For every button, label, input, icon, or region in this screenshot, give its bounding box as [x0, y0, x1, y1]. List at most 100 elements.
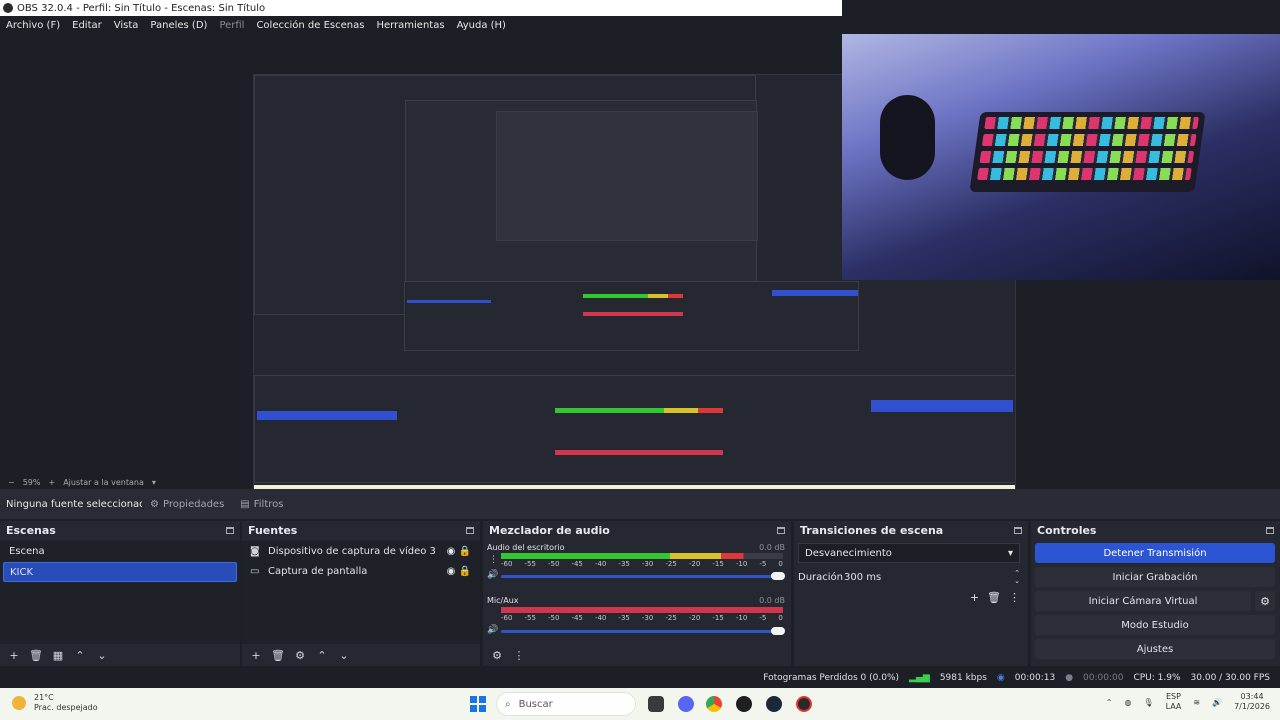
eye-icon[interactable]: ◉ — [444, 566, 458, 577]
channel-db-mic: 0.0 dB — [759, 596, 785, 605]
properties-button[interactable]: ⚙ Propiedades — [142, 492, 232, 516]
audio-mixer-dock: Mezclador de audio Audio del escritorio … — [483, 521, 791, 666]
meter-tick-label: -50 — [547, 614, 560, 622]
network-icon[interactable]: ◍ — [1124, 698, 1131, 707]
add-transition-icon[interactable]: + — [970, 591, 979, 604]
dock-float-icon[interactable] — [466, 526, 474, 534]
menu-perfil[interactable]: Perfil — [213, 20, 250, 31]
cpu-usage: CPU: 1.9% — [1133, 673, 1181, 683]
arrow-down-icon[interactable]: ⌄ — [336, 649, 352, 662]
menu-coleccion-escenas[interactable]: Colección de Escenas — [250, 20, 370, 31]
fps: 30.00 / 30.00 FPS — [1190, 673, 1270, 683]
kebab-menu-icon[interactable]: ⋮ — [489, 555, 498, 565]
window-title-bar: OBS 32.0.4 - Perfil: Sin Título - Escena… — [0, 0, 842, 16]
discord-icon[interactable] — [678, 696, 694, 712]
lock-icon[interactable]: 🔒 — [458, 546, 472, 557]
advanced-audio-icon[interactable]: ⚙ — [489, 649, 505, 662]
clock[interactable]: 03:44 7/1/2026 — [1234, 692, 1270, 712]
microphone-icon[interactable]: 🎙 — [1143, 698, 1153, 707]
arrow-up-icon[interactable]: ⌃ — [72, 649, 88, 662]
stop-stream-button[interactable]: Detener Transmisión — [1035, 543, 1275, 563]
stream-time: 00:00:13 — [1014, 673, 1056, 683]
menu-ayuda[interactable]: Ayuda (H) — [451, 20, 512, 31]
lock-icon[interactable]: 🔒 — [458, 566, 472, 577]
steam-icon[interactable] — [766, 696, 782, 712]
scene-item-kick[interactable]: KICK — [3, 562, 237, 582]
nested-obs-window — [254, 75, 758, 316]
sources-title: Fuentes — [248, 523, 298, 537]
language-indicator[interactable]: ESP LAA — [1166, 692, 1182, 712]
virtual-camera-settings-gear-icon[interactable]: ⚙ — [1255, 591, 1275, 611]
trash-icon[interactable]: 🗑 — [270, 649, 286, 662]
file-explorer-icon[interactable] — [648, 696, 664, 712]
duration-spinbox[interactable]: 300 ms ⌃ ⌄ — [840, 567, 1020, 587]
start-recording-button[interactable]: Iniciar Grabación — [1035, 567, 1275, 587]
volume-icon[interactable]: 🔊 — [1212, 698, 1222, 707]
gear-icon[interactable]: ⚙ — [292, 649, 308, 662]
obs-icon[interactable] — [736, 696, 752, 712]
zoom-out-button[interactable]: − — [8, 478, 15, 487]
kebab-menu-icon[interactable]: ⋮ — [1009, 591, 1020, 604]
chrome-icon[interactable] — [706, 696, 722, 712]
meter-tick-label: -45 — [571, 560, 583, 568]
windows-start-icon[interactable] — [470, 696, 486, 712]
dock-float-icon[interactable] — [226, 526, 234, 534]
properties-label: Propiedades — [162, 498, 225, 510]
spin-arrows-icon[interactable]: ⌃ ⌄ — [1014, 569, 1020, 585]
volume-slider-desktop[interactable] — [501, 575, 783, 578]
meter-tick-label: -25 — [665, 560, 677, 568]
trash-icon[interactable]: 🗑 — [987, 591, 1001, 604]
menu-vista[interactable]: Vista — [108, 20, 145, 31]
nested-obs-window-3 — [496, 111, 758, 241]
dock-float-icon[interactable] — [1014, 526, 1022, 534]
source-item-screen-capture[interactable]: ▭ Captura de pantalla ◉ 🔒 — [242, 561, 480, 581]
settings-button[interactable]: Ajustes — [1035, 639, 1275, 659]
meter-tick-label: -30 — [641, 560, 654, 568]
volume-slider-mic[interactable] — [501, 630, 783, 633]
scenes-title: Escenas — [6, 523, 56, 537]
arrow-down-icon[interactable]: ⌄ — [94, 649, 110, 662]
add-source-icon[interactable]: + — [248, 649, 264, 662]
dock-float-icon[interactable] — [1266, 526, 1274, 534]
preview-area[interactable] — [0, 34, 1280, 504]
menu-paneles[interactable]: Paneles (D) — [144, 20, 213, 31]
meter-tick-label: -25 — [665, 614, 677, 622]
scene-item-escena[interactable]: Escena — [3, 542, 237, 562]
chevron-up-icon[interactable]: ⌃ — [1106, 698, 1113, 707]
meter-tick-label: -20 — [688, 614, 701, 622]
speaker-icon[interactable]: 🔊 — [487, 625, 498, 635]
menu-editar[interactable]: Editar — [66, 20, 108, 31]
filter-icon[interactable]: ▦ — [50, 649, 66, 662]
source-item-video-capture[interactable]: ◙ Dispositivo de captura de vídeo 3 ◉ 🔒 — [242, 541, 480, 561]
dock-float-icon[interactable] — [777, 526, 785, 534]
chevron-down-icon[interactable]: ▾ — [152, 478, 156, 487]
studio-mode-button[interactable]: Modo Estudio — [1035, 615, 1275, 635]
menu-archivo[interactable]: Archivo (F) — [0, 20, 66, 31]
meter-tick-label: -60 — [501, 560, 513, 568]
zoom-in-button[interactable]: + — [48, 478, 55, 487]
recording-app-icon[interactable] — [796, 696, 812, 712]
taskbar-search[interactable]: ⌕ Buscar — [496, 692, 636, 716]
channel-name-mic: Mic/Aux — [487, 596, 519, 605]
start-virtual-camera-button[interactable]: Iniciar Cámara Virtual — [1035, 591, 1251, 611]
duration-label: Duración — [798, 572, 844, 583]
add-scene-icon[interactable]: + — [6, 649, 22, 662]
volume-slider-knob[interactable] — [771, 627, 785, 635]
transition-select[interactable]: Desvanecimiento ▾ — [798, 543, 1020, 563]
channel-name-desktop: Audio del escritorio — [487, 543, 565, 552]
no-source-selected-label: Ninguna fuente seleccionada — [6, 498, 142, 510]
wifi-icon[interactable]: ≋ — [1193, 698, 1200, 707]
volume-meter-mic — [501, 607, 783, 613]
menu-herramientas[interactable]: Herramientas — [370, 20, 450, 31]
window-title: OBS 32.0.4 - Perfil: Sin Título - Escena… — [17, 2, 266, 14]
meter-tick-label: -35 — [618, 614, 630, 622]
kebab-menu-icon[interactable]: ⋮ — [511, 649, 527, 662]
trash-icon[interactable]: 🗑 — [28, 649, 44, 662]
arrow-up-icon[interactable]: ⌃ — [314, 649, 330, 662]
speaker-icon[interactable]: 🔊 — [487, 570, 498, 580]
nested-docks — [404, 281, 859, 351]
volume-slider-knob[interactable] — [771, 572, 785, 580]
filters-button[interactable]: ▤ Filtros — [232, 492, 291, 516]
weather-widget[interactable]: 21°C Prac. despejado — [12, 693, 98, 713]
eye-icon[interactable]: ◉ — [444, 546, 458, 557]
